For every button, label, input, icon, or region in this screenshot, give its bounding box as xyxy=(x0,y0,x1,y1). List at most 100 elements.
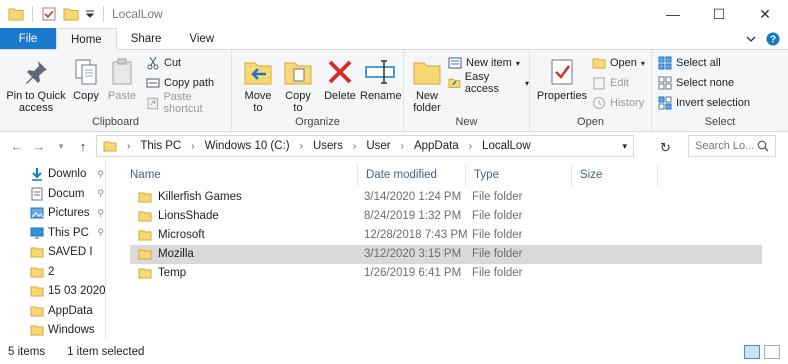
breadcrumb-separator-icon[interactable]: › xyxy=(401,141,404,152)
chevron-down-icon[interactable] xyxy=(746,35,756,43)
delete-button[interactable]: Delete xyxy=(322,56,358,102)
table-row[interactable]: Microsoft 12/28/2018 7:43 PM File folder xyxy=(130,226,762,245)
refresh-icon[interactable]: ↻ xyxy=(660,140,671,156)
column-header-name[interactable]: Name xyxy=(122,164,358,186)
address-dropdown-chevron-icon[interactable]: ▾ xyxy=(622,141,633,152)
properties-button[interactable]: Properties xyxy=(536,56,588,102)
search-input[interactable]: Search Lo... xyxy=(688,135,776,157)
nav-item[interactable]: Windows xyxy=(30,320,105,340)
pictures-icon xyxy=(30,206,44,220)
breadcrumb-appdata[interactable]: AppData xyxy=(414,140,459,152)
easy-access-button[interactable]: Easy access ▾ xyxy=(448,71,529,95)
forward-arrow-icon[interactable]: → xyxy=(28,139,50,154)
nav-item[interactable]: Docum ⚲ xyxy=(30,184,105,204)
select-none-button[interactable]: Select none xyxy=(658,74,734,92)
nav-item[interactable]: SAVED I xyxy=(30,242,105,262)
nav-item[interactable]: 2 xyxy=(30,262,105,282)
breadcrumb-separator-icon[interactable]: › xyxy=(353,141,356,152)
window-title: LocalLow xyxy=(112,7,163,21)
nav-item[interactable]: This PC ⚲ xyxy=(30,223,105,243)
pin-icon[interactable]: ⚲ xyxy=(97,227,105,238)
edit-label: Edit xyxy=(610,77,629,89)
table-row[interactable]: Temp 1/26/2019 6:41 PM File folder xyxy=(130,264,762,283)
tab-home[interactable]: Home xyxy=(56,28,117,50)
close-button[interactable]: ✕ xyxy=(742,0,788,28)
new-item-button[interactable]: New item ▾ xyxy=(448,54,520,72)
column-header-size[interactable]: Size xyxy=(572,164,658,186)
nav-item[interactable]: AppData xyxy=(30,301,105,321)
back-arrow-icon[interactable]: ← xyxy=(6,139,28,154)
copy-to-button[interactable]: Copy to xyxy=(280,56,316,114)
tab-view[interactable]: View xyxy=(175,28,228,49)
paste-button[interactable]: Paste xyxy=(104,56,140,102)
easy-access-icon xyxy=(448,78,461,89)
history-button[interactable]: History xyxy=(592,94,644,112)
file-type: File folder xyxy=(472,248,523,260)
qat-dropdown-icon[interactable] xyxy=(85,9,95,19)
tab-share[interactable]: Share xyxy=(117,28,176,49)
details-view-icon[interactable] xyxy=(744,345,760,359)
recent-locations-chevron-icon[interactable]: ▾ xyxy=(50,141,72,152)
nav-item[interactable]: 15 03 2020 xyxy=(30,281,105,301)
nav-pane-scrollbar[interactable] xyxy=(0,160,8,340)
up-arrow-icon[interactable]: ↑ xyxy=(72,139,94,154)
breadcrumb-users[interactable]: Users xyxy=(313,140,343,152)
breadcrumb-separator-icon[interactable]: › xyxy=(300,141,303,152)
new-folder-icon[interactable] xyxy=(63,7,79,21)
select-all-button[interactable]: Select all xyxy=(658,54,721,72)
maximize-button[interactable]: ☐ xyxy=(696,0,742,28)
title-bar: LocalLow — ☐ ✕ xyxy=(0,0,788,28)
new-item-icon xyxy=(448,57,462,69)
file-name: Mozilla xyxy=(158,248,194,260)
item-count: 5 items xyxy=(8,346,46,358)
column-header-type[interactable]: Type xyxy=(466,164,572,186)
table-row[interactable]: LionsShade 8/24/2019 1:32 PM File folder xyxy=(130,207,762,226)
pin-to-quick-access-button[interactable]: Pin to Quick access xyxy=(4,56,68,114)
folder-icon xyxy=(138,192,152,203)
breadcrumb-locallow[interactable]: LocalLow xyxy=(482,140,531,152)
paste-shortcut-icon xyxy=(147,97,159,110)
breadcrumb-user[interactable]: User xyxy=(366,140,390,152)
paste-shortcut-button[interactable]: Paste shortcut xyxy=(146,91,231,115)
copy-button[interactable]: Copy xyxy=(68,56,104,102)
open-button[interactable]: Open ▾ xyxy=(592,54,645,72)
copy-path-button[interactable]: Copy path xyxy=(146,74,214,92)
pin-icon[interactable]: ⚲ xyxy=(97,169,105,180)
paste-clipboard-icon xyxy=(112,58,132,85)
breadcrumb-separator-icon[interactable]: › xyxy=(127,141,130,152)
table-row[interactable]: Killerfish Games 3/14/2020 1:24 PM File fo… xyxy=(130,188,762,207)
nav-item[interactable]: Pictures ⚲ xyxy=(30,203,105,223)
breadcrumb-separator-icon[interactable]: › xyxy=(469,141,472,152)
nav-item-label: Downlo xyxy=(48,168,87,180)
breadcrumb-separator-icon[interactable]: › xyxy=(191,141,194,152)
folder-icon xyxy=(30,285,44,297)
large-icons-view-icon[interactable] xyxy=(764,345,780,359)
select-all-icon xyxy=(658,56,672,70)
minimize-button[interactable]: — xyxy=(650,0,696,28)
file-name-cell: Temp xyxy=(138,264,186,283)
tab-file[interactable]: File xyxy=(0,28,56,49)
invert-selection-button[interactable]: Invert selection xyxy=(658,94,750,112)
help-icon[interactable]: ? xyxy=(766,32,780,46)
folder-icon xyxy=(30,305,44,317)
address-bar[interactable]: › This PC › Windows 10 (C:) › Users › Us… xyxy=(96,135,634,157)
nav-item[interactable]: Downlo ⚲ xyxy=(30,164,105,184)
new-folder-button[interactable]: New folder xyxy=(410,56,444,114)
view-toggle xyxy=(744,345,780,359)
rename-button[interactable]: Rename xyxy=(360,56,402,102)
move-to-button[interactable]: Move to xyxy=(240,56,276,114)
new-folder-icon xyxy=(413,62,441,85)
breadcrumb-this-pc[interactable]: This PC xyxy=(140,140,181,152)
breadcrumb-windows-c[interactable]: Windows 10 (C:) xyxy=(205,140,290,152)
column-header-date-modified[interactable]: Date modified xyxy=(358,164,466,186)
pin-icon[interactable]: ⚲ xyxy=(97,188,105,199)
table-row[interactable]: Mozilla 3/12/2020 3:15 PM File folder xyxy=(130,245,762,264)
search-placeholder: Search Lo... xyxy=(695,140,755,152)
properties-check-icon[interactable] xyxy=(41,6,57,22)
cut-button[interactable]: Cut xyxy=(146,54,181,72)
open-group-label: Open xyxy=(577,116,604,128)
edit-button[interactable]: Edit xyxy=(592,74,629,92)
pin-icon[interactable]: ⚲ xyxy=(97,208,105,219)
copy-to-label: Copy to xyxy=(285,90,311,114)
dropdown-arrow-icon: ▾ xyxy=(515,58,520,68)
